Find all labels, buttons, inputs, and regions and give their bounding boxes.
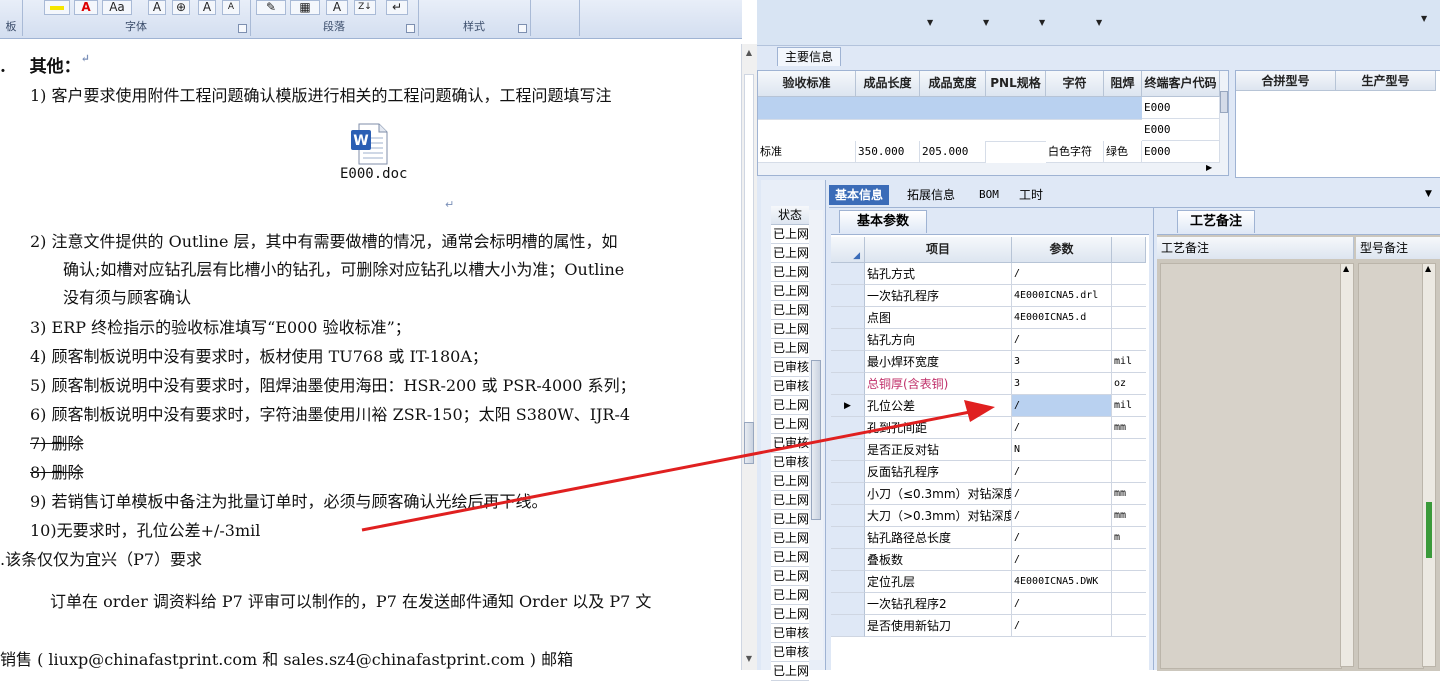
arrow-line: [361, 410, 971, 532]
annotation-arrow: [361, 400, 995, 532]
arrow-head-icon: [964, 400, 995, 422]
